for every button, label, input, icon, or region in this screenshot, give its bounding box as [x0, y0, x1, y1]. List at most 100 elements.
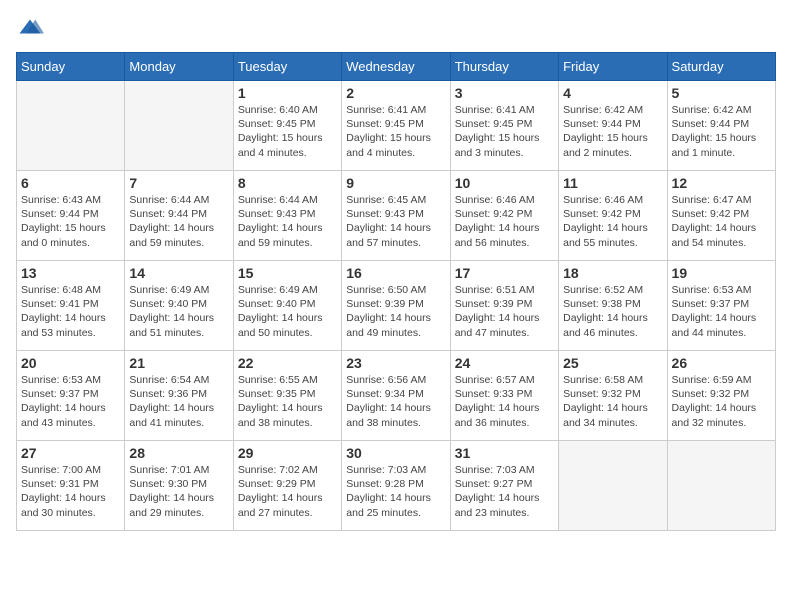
- calendar-cell: 26 Sunrise: 6:59 AM Sunset: 9:32 PM Dayli…: [667, 351, 775, 441]
- calendar-cell: 2Sunrise: 6:41 AM Sunset: 9:45 PM Daylig…: [342, 81, 450, 171]
- day-number: 16: [346, 265, 445, 281]
- calendar-table: SundayMondayTuesdayWednesdayThursdayFrid…: [16, 52, 776, 531]
- day-info: Sunrise: 7:02 AM Sunset: 9:29 PM Dayligh…: [238, 463, 337, 520]
- calendar-cell: 29 Sunrise: 7:02 AM Sunset: 9:29 PM Dayli…: [233, 441, 341, 531]
- day-info: Sunrise: 6:59 AM Sunset: 9:32 PM Dayligh…: [672, 373, 771, 430]
- column-header-sunday: Sunday: [17, 53, 125, 81]
- day-info: Sunrise: 6:42 AM Sunset: 9:44 PM Dayligh…: [672, 103, 771, 160]
- calendar-cell: 15 Sunrise: 6:49 AM Sunset: 9:40 PM Dayli…: [233, 261, 341, 351]
- day-number: 1: [238, 85, 337, 101]
- day-number: 21: [129, 355, 228, 371]
- logo: [16, 16, 48, 44]
- day-info: Sunrise: 7:03 AM Sunset: 9:27 PM Dayligh…: [455, 463, 554, 520]
- calendar-cell: 4 Sunrise: 6:42 AM Sunset: 9:44 PM Daylig…: [559, 81, 667, 171]
- day-info: Sunrise: 6:45 AM Sunset: 9:43 PM Dayligh…: [346, 193, 445, 250]
- day-number: 31: [455, 445, 554, 461]
- calendar-cell: 31 Sunrise: 7:03 AM Sunset: 9:27 PM Dayli…: [450, 441, 558, 531]
- day-info: Sunrise: 6:42 AM Sunset: 9:44 PM Dayligh…: [563, 103, 662, 160]
- day-info: Sunrise: 6:41 AM Sunset: 9:45 PM Dayligh…: [346, 103, 445, 160]
- calendar-cell: 1 Sunrise: 6:40 AM Sunset: 9:45 PM Daylig…: [233, 81, 341, 171]
- week-row-2: 6 Sunrise: 6:43 AM Sunset: 9:44 PM Daylig…: [17, 171, 776, 261]
- calendar-cell: 30 Sunrise: 7:03 AM Sunset: 9:28 PM Dayli…: [342, 441, 450, 531]
- day-number: 5: [672, 85, 771, 101]
- calendar-cell: 18 Sunrise: 6:52 AM Sunset: 9:38 PM Dayli…: [559, 261, 667, 351]
- calendar-cell: 21 Sunrise: 6:54 AM Sunset: 9:36 PM Dayli…: [125, 351, 233, 441]
- day-number: 22: [238, 355, 337, 371]
- day-number: 10: [455, 175, 554, 191]
- day-info: Sunrise: 6:55 AM Sunset: 9:35 PM Dayligh…: [238, 373, 337, 430]
- day-info: Sunrise: 6:47 AM Sunset: 9:42 PM Dayligh…: [672, 193, 771, 250]
- calendar-cell: 24Sunrise: 6:57 AM Sunset: 9:33 PM Dayli…: [450, 351, 558, 441]
- calendar-cell: [559, 441, 667, 531]
- day-number: 7: [129, 175, 228, 191]
- column-header-friday: Friday: [559, 53, 667, 81]
- week-row-5: 27Sunrise: 7:00 AM Sunset: 9:31 PM Dayli…: [17, 441, 776, 531]
- calendar-header-row: SundayMondayTuesdayWednesdayThursdayFrid…: [17, 53, 776, 81]
- day-info: Sunrise: 6:56 AM Sunset: 9:34 PM Dayligh…: [346, 373, 445, 430]
- day-number: 30: [346, 445, 445, 461]
- day-number: 14: [129, 265, 228, 281]
- day-number: 17: [455, 265, 554, 281]
- day-info: Sunrise: 6:52 AM Sunset: 9:38 PM Dayligh…: [563, 283, 662, 340]
- calendar-cell: 6 Sunrise: 6:43 AM Sunset: 9:44 PM Daylig…: [17, 171, 125, 261]
- day-info: Sunrise: 6:48 AM Sunset: 9:41 PM Dayligh…: [21, 283, 120, 340]
- day-number: 15: [238, 265, 337, 281]
- week-row-1: 1 Sunrise: 6:40 AM Sunset: 9:45 PM Daylig…: [17, 81, 776, 171]
- day-info: Sunrise: 6:49 AM Sunset: 9:40 PM Dayligh…: [238, 283, 337, 340]
- day-number: 29: [238, 445, 337, 461]
- day-number: 24: [455, 355, 554, 371]
- day-number: 6: [21, 175, 120, 191]
- column-header-tuesday: Tuesday: [233, 53, 341, 81]
- calendar-cell: 16 Sunrise: 6:50 AM Sunset: 9:39 PM Dayli…: [342, 261, 450, 351]
- day-number: 3: [455, 85, 554, 101]
- day-info: Sunrise: 6:46 AM Sunset: 9:42 PM Dayligh…: [455, 193, 554, 250]
- day-info: Sunrise: 7:03 AM Sunset: 9:28 PM Dayligh…: [346, 463, 445, 520]
- day-info: Sunrise: 6:40 AM Sunset: 9:45 PM Dayligh…: [238, 103, 337, 160]
- day-number: 26: [672, 355, 771, 371]
- calendar-cell: 12Sunrise: 6:47 AM Sunset: 9:42 PM Dayli…: [667, 171, 775, 261]
- calendar-cell: [125, 81, 233, 171]
- day-info: Sunrise: 6:41 AM Sunset: 9:45 PM Dayligh…: [455, 103, 554, 160]
- calendar-cell: 27Sunrise: 7:00 AM Sunset: 9:31 PM Dayli…: [17, 441, 125, 531]
- calendar-cell: 14 Sunrise: 6:49 AM Sunset: 9:40 PM Dayli…: [125, 261, 233, 351]
- logo-icon: [16, 16, 44, 44]
- day-info: Sunrise: 6:44 AM Sunset: 9:44 PM Dayligh…: [129, 193, 228, 250]
- calendar-cell: 8 Sunrise: 6:44 AM Sunset: 9:43 PM Daylig…: [233, 171, 341, 261]
- calendar-cell: [17, 81, 125, 171]
- day-info: Sunrise: 6:50 AM Sunset: 9:39 PM Dayligh…: [346, 283, 445, 340]
- calendar-cell: [667, 441, 775, 531]
- week-row-3: 13 Sunrise: 6:48 AM Sunset: 9:41 PM Dayli…: [17, 261, 776, 351]
- calendar-cell: 28Sunrise: 7:01 AM Sunset: 9:30 PM Dayli…: [125, 441, 233, 531]
- day-info: Sunrise: 7:00 AM Sunset: 9:31 PM Dayligh…: [21, 463, 120, 520]
- day-info: Sunrise: 6:51 AM Sunset: 9:39 PM Dayligh…: [455, 283, 554, 340]
- day-info: Sunrise: 6:43 AM Sunset: 9:44 PM Dayligh…: [21, 193, 120, 250]
- calendar-cell: 13 Sunrise: 6:48 AM Sunset: 9:41 PM Dayli…: [17, 261, 125, 351]
- calendar-cell: 23 Sunrise: 6:56 AM Sunset: 9:34 PM Dayli…: [342, 351, 450, 441]
- day-info: Sunrise: 6:53 AM Sunset: 9:37 PM Dayligh…: [21, 373, 120, 430]
- day-info: Sunrise: 6:58 AM Sunset: 9:32 PM Dayligh…: [563, 373, 662, 430]
- day-number: 20: [21, 355, 120, 371]
- column-header-saturday: Saturday: [667, 53, 775, 81]
- day-info: Sunrise: 6:53 AM Sunset: 9:37 PM Dayligh…: [672, 283, 771, 340]
- day-info: Sunrise: 7:01 AM Sunset: 9:30 PM Dayligh…: [129, 463, 228, 520]
- day-number: 9: [346, 175, 445, 191]
- calendar-cell: 17 Sunrise: 6:51 AM Sunset: 9:39 PM Dayli…: [450, 261, 558, 351]
- day-number: 4: [563, 85, 662, 101]
- day-number: 18: [563, 265, 662, 281]
- day-info: Sunrise: 6:49 AM Sunset: 9:40 PM Dayligh…: [129, 283, 228, 340]
- page-header: [16, 16, 776, 44]
- calendar-cell: 3 Sunrise: 6:41 AM Sunset: 9:45 PM Daylig…: [450, 81, 558, 171]
- column-header-thursday: Thursday: [450, 53, 558, 81]
- calendar-cell: 9 Sunrise: 6:45 AM Sunset: 9:43 PM Daylig…: [342, 171, 450, 261]
- calendar-cell: 5 Sunrise: 6:42 AM Sunset: 9:44 PM Daylig…: [667, 81, 775, 171]
- day-info: Sunrise: 6:46 AM Sunset: 9:42 PM Dayligh…: [563, 193, 662, 250]
- day-number: 19: [672, 265, 771, 281]
- day-info: Sunrise: 6:44 AM Sunset: 9:43 PM Dayligh…: [238, 193, 337, 250]
- week-row-4: 20 Sunrise: 6:53 AM Sunset: 9:37 PM Dayli…: [17, 351, 776, 441]
- day-number: 23: [346, 355, 445, 371]
- column-header-monday: Monday: [125, 53, 233, 81]
- day-number: 8: [238, 175, 337, 191]
- day-info: Sunrise: 6:54 AM Sunset: 9:36 PM Dayligh…: [129, 373, 228, 430]
- day-number: 13: [21, 265, 120, 281]
- column-header-wednesday: Wednesday: [342, 53, 450, 81]
